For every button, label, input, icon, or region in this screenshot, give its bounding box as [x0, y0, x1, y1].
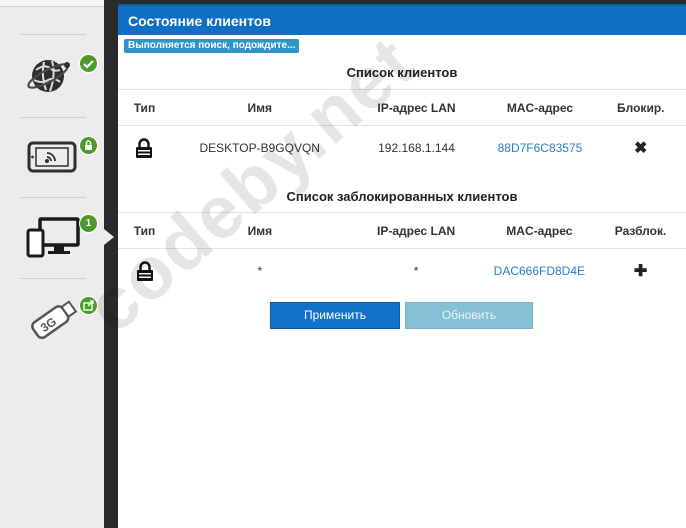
divider — [20, 278, 86, 279]
blocked-ip: * — [413, 264, 419, 278]
column-header-block: Блокир. — [595, 89, 686, 126]
usb-3g-modem-icon: 3G — [31, 300, 78, 340]
share-icon — [79, 296, 98, 315]
clients-table: Тип Имя IP-адрес LAN MAC-адрес Блокир. D… — [118, 89, 686, 170]
blocked-name: * — [257, 264, 263, 278]
table-header-row: Тип Имя IP-адрес LAN MAC-адрес Разблок. — [118, 212, 686, 249]
client-mac-link[interactable]: 88D7F6C83575 — [498, 141, 583, 155]
type-cell — [118, 249, 171, 294]
page-title: Состояние клиентов — [128, 13, 271, 29]
table-row: * * DAC666FD8D4E ✚ — [118, 249, 686, 294]
column-header-ip: IP-адрес LAN — [348, 89, 485, 126]
clients-section-title: Список клиентов — [346, 65, 458, 80]
sidebar-item-wifi[interactable] — [0, 120, 104, 198]
sidebar-item-usb-modem[interactable]: 3G — [0, 282, 104, 360]
client-count: 1 — [85, 218, 92, 229]
client-name: DESKTOP-B9GQVQN — [199, 141, 320, 155]
client-ip: 192.168.1.144 — [378, 141, 455, 155]
tablet-wifi-icon — [27, 141, 77, 173]
devices-icon — [26, 217, 80, 258]
column-header-mac: MAC-адрес — [484, 89, 596, 126]
divider — [20, 117, 86, 118]
column-header-mac: MAC-адрес — [483, 212, 596, 249]
column-header-name: Имя — [171, 212, 349, 249]
type-cell — [118, 126, 171, 171]
column-header-name: Имя — [170, 89, 349, 126]
table-header-row: Тип Имя IP-адрес LAN MAC-адрес Блокир. — [118, 89, 686, 126]
blocked-mac-link[interactable]: DAC666FD8D4E — [494, 264, 585, 278]
column-header-type: Тип — [118, 212, 172, 249]
lock-icon — [79, 136, 98, 155]
blocked-section-title: Список заблокированных клиентов — [286, 189, 518, 204]
divider — [20, 34, 86, 35]
unblock-button[interactable]: ✚ — [634, 263, 647, 280]
block-button[interactable]: ✖ — [634, 140, 647, 157]
count-badge: 1 — [79, 214, 98, 233]
sidebar-item-clients[interactable]: 1 — [0, 200, 104, 278]
client-status-panel: Состояние клиентов Выполняется поиск, по… — [118, 4, 686, 528]
table-row: DESKTOP-B9GQVQN 192.168.1.144 88D7F6C835… — [118, 126, 686, 171]
column-header-ip: IP-адрес LAN — [348, 212, 484, 249]
apply-button[interactable]: Применить — [270, 302, 400, 329]
sidebar-top-edge — [0, 0, 104, 7]
lock-icon — [136, 261, 153, 281]
check-icon — [79, 54, 98, 73]
refresh-button[interactable]: Обновить — [405, 302, 533, 329]
status-badge: Выполняется поиск, подождите... — [124, 39, 300, 53]
sidebar-item-internet[interactable] — [0, 38, 104, 116]
blocked-table: Тип Имя IP-адрес LAN MAC-адрес Разблок. … — [118, 212, 686, 293]
column-header-type: Тип — [118, 89, 171, 126]
globe-icon — [27, 60, 70, 92]
selection-pointer — [104, 229, 114, 245]
column-header-unblock: Разблок. — [595, 212, 686, 249]
sidebar: 1 3G — [0, 0, 114, 528]
panel-header: Состояние клиентов — [118, 4, 686, 35]
divider — [20, 197, 86, 198]
lock-icon — [136, 138, 153, 158]
